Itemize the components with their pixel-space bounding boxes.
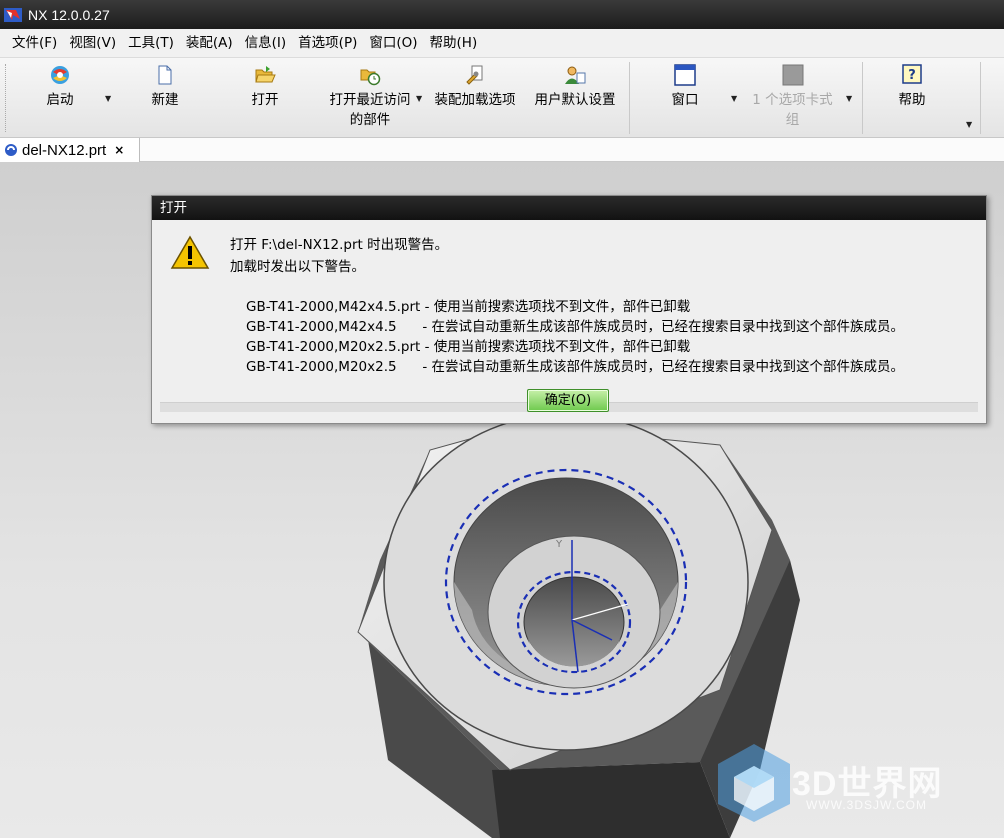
start-button[interactable]: 启动 [30,64,90,110]
document-tab-strip: del-NX12.prt × [0,138,1004,162]
warning-detail-line: GB-T41-2000,M42x4.5 - 在尝试自动重新生成该部件族成员时，已… [246,319,904,335]
watermark-url: WWW.3DSJW.COM [806,798,927,812]
help-label: 帮助 [898,92,926,108]
menu-window[interactable]: 窗口(O) [363,29,423,57]
recent-label-1: 打开最近访问 [329,92,411,108]
tab-group-label-1: 1 个选项卡式 [752,92,833,108]
open-warning-dialog: 打开 打开 F:\del-NX12.prt 时出现警告。 加载时发出以下警告。 … [151,195,987,424]
ok-button[interactable]: 确定(O) [527,389,609,412]
ribbon-separator [629,62,630,134]
open-recent-button[interactable]: 打开最近访问 的部件 [320,64,420,130]
help-button[interactable]: ? 帮助 [887,64,937,110]
new-file-icon [158,65,172,85]
new-label: 新建 [151,92,179,108]
ribbon-toolbar: 启动 ▼ 新建 打开 打开最近访问 的部件 ▼ 装配加载选项 用户默认设置 窗口… [0,58,1004,138]
assembly-load-icon [466,65,483,85]
warning-message: 打开 F:\del-NX12.prt 时出现警告。 [230,237,449,253]
tab-group-dropdown-icon[interactable]: ▼ [846,94,852,103]
document-tab[interactable]: del-NX12.prt × [0,138,140,162]
menu-help[interactable]: 帮助(H) [424,29,484,57]
recent-dropdown-icon[interactable]: ▼ [416,94,422,103]
tab-group-icon [782,64,803,86]
assembly-load-options-button[interactable]: 装配加载选项 [427,64,523,110]
nx-logo-icon [4,7,22,22]
assembly-load-label: 装配加载选项 [434,92,516,108]
open-button[interactable]: 打开 [240,64,290,110]
y-axis-label: Y [555,539,563,550]
ribbon-grip[interactable] [5,64,7,132]
window-label: 窗口 [671,92,699,108]
svg-text:?: ? [908,68,916,83]
help-icon: ? [902,64,922,84]
recent-label-2: 的部件 [349,112,391,128]
new-button[interactable]: 新建 [140,64,190,110]
warning-detail-line: GB-T41-2000,M20x2.5 - 在尝试自动重新生成该部件族成员时，已… [246,359,904,375]
user-defaults-button[interactable]: 用户默认设置 [527,64,623,110]
menu-view[interactable]: 视图(V) [63,29,122,57]
menu-assembly[interactable]: 装配(A) [180,29,239,57]
window-dropdown-icon[interactable]: ▼ [731,94,737,103]
dialog-body: 打开 F:\del-NX12.prt 时出现警告。 加载时发出以下警告。 GB-… [160,229,978,389]
start-dropdown-icon[interactable]: ▼ [105,94,111,103]
warning-submessage: 加载时发出以下警告。 [230,259,365,275]
window-title: NX 12.0.0.27 [28,6,110,23]
tab-group-button[interactable]: 1 个选项卡式 组 [740,64,845,130]
dialog-title[interactable]: 打开 [152,196,986,220]
ribbon-separator [980,62,981,134]
document-tab-label: del-NX12.prt [22,141,107,159]
watermark-cube-icon [718,744,790,822]
nut-side-face-front [492,762,730,838]
warning-icon [170,235,210,269]
menu-preferences[interactable]: 首选项(P) [292,29,363,57]
part-file-icon [5,144,17,156]
menu-info[interactable]: 信息(I) [239,29,293,57]
recent-parts-icon [360,69,381,86]
start-label: 启动 [46,92,74,108]
user-defaults-label: 用户默认设置 [534,92,616,108]
close-tab-icon[interactable]: × [114,143,124,157]
open-folder-icon [255,66,276,83]
ribbon-overflow-icon[interactable]: ▼ [966,120,972,129]
ribbon-separator [862,62,863,134]
window-icon [674,64,696,86]
start-icon [51,66,69,84]
window-button[interactable]: 窗口 [660,64,710,110]
open-label: 打开 [251,92,279,108]
warning-detail-line: GB-T41-2000,M42x4.5.prt - 使用当前搜索选项找不到文件，… [246,299,691,315]
menu-file[interactable]: 文件(F) [6,29,63,57]
tab-group-label-2: 组 [785,112,800,128]
menu-tools[interactable]: 工具(T) [122,29,180,57]
title-bar: NX 12.0.0.27 [0,0,1004,29]
warning-detail-line: GB-T41-2000,M20x2.5.prt - 使用当前搜索选项找不到文件，… [246,339,691,355]
user-defaults-icon [565,66,586,84]
menu-bar: 文件(F) 视图(V) 工具(T) 装配(A) 信息(I) 首选项(P) 窗口(… [0,29,1004,58]
